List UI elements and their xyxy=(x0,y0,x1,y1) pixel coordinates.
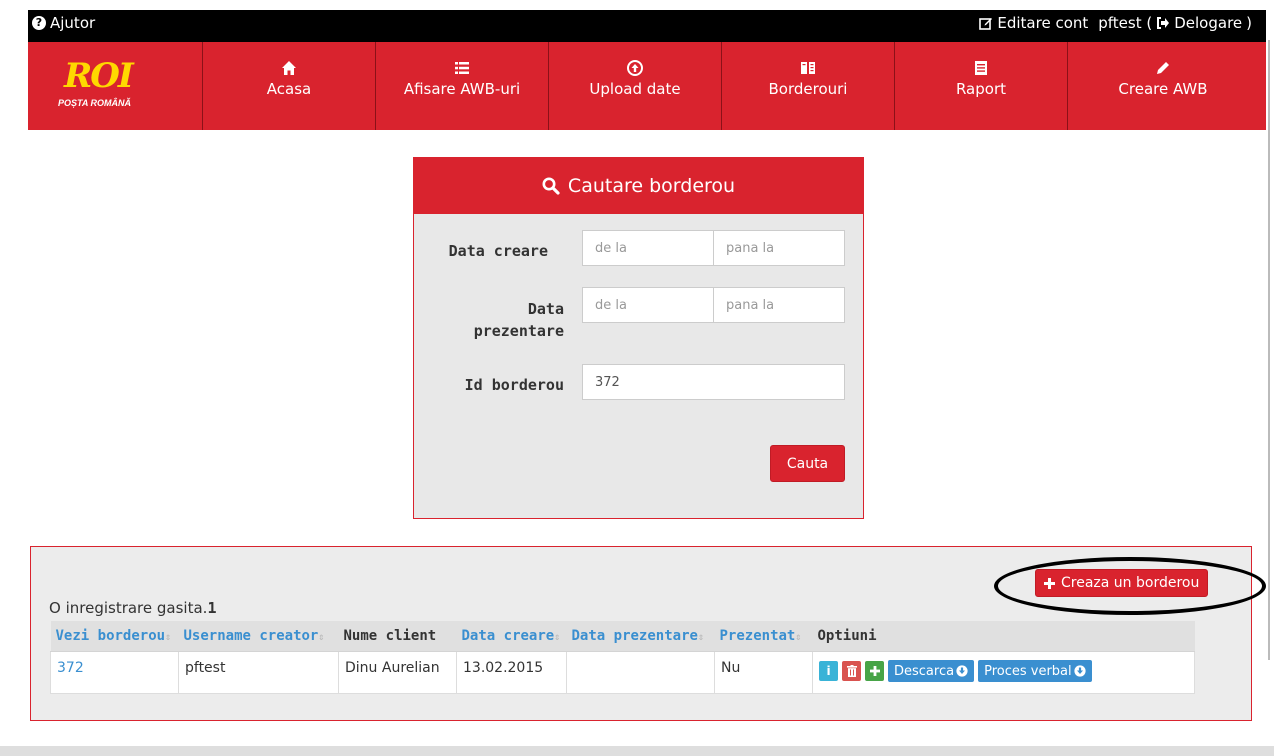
nav-afisare-awb[interactable]: Afisare AWB-uri xyxy=(376,42,549,130)
account-area: Editare cont pftest ( Delogare ) xyxy=(979,14,1252,32)
plus-icon xyxy=(1044,577,1055,589)
col-prezentat[interactable]: Prezentat⇕ xyxy=(714,621,813,652)
data-prezentare-from-input[interactable] xyxy=(582,287,714,323)
info-icon: i xyxy=(826,664,831,678)
search-panel-header: Cautare borderou xyxy=(414,158,863,214)
edit-icon xyxy=(979,18,993,30)
cell-vezi-borderou: 372 xyxy=(50,651,179,694)
data-creare-label: Data creare xyxy=(448,242,548,260)
records-found-label: O inregistrare gasita. xyxy=(49,599,208,617)
results-panel: O inregistrare gasita.1 Creaza un border… xyxy=(30,546,1266,721)
download-icon xyxy=(1074,665,1086,677)
trash-icon xyxy=(846,665,857,677)
add-button[interactable] xyxy=(865,661,884,681)
plus-icon xyxy=(869,666,880,676)
search-button[interactable]: Cauta xyxy=(770,445,845,482)
username-label: pftest ( xyxy=(1098,14,1153,32)
results-table: Vezi borderou⇕ Username creator⇕ Nume cl… xyxy=(50,621,1195,694)
logout-icon xyxy=(1157,17,1170,29)
col-nume-client: Nume client xyxy=(338,621,457,652)
nav-raport-label: Raport xyxy=(955,80,1007,98)
cell-data-creare: 13.02.2015 xyxy=(456,651,567,694)
col-vezi-borderou[interactable]: Vezi borderou⇕ xyxy=(50,621,179,652)
data-creare-from-input[interactable] xyxy=(582,230,714,266)
nav-afisare-awb-label: Afisare AWB-uri xyxy=(403,80,521,98)
logo-subtitle: POȘTA ROMÂNĂ xyxy=(58,98,131,108)
search-icon xyxy=(542,177,560,195)
download-label: Descarca xyxy=(894,663,955,679)
upload-icon xyxy=(627,60,643,76)
id-borderou-input[interactable] xyxy=(582,364,845,400)
nav-borderouri[interactable]: Borderouri xyxy=(722,42,895,130)
home-icon xyxy=(282,61,296,75)
create-borderou-label: Creaza un borderou xyxy=(1061,575,1200,591)
proces-verbal-button[interactable]: Proces verbal xyxy=(978,660,1092,682)
table-header-row: Vezi borderou⇕ Username creator⇕ Nume cl… xyxy=(50,621,1195,652)
top-bar: ? Ajutor Editare cont pftest ( Delogare … xyxy=(28,10,1266,42)
cell-optiuni: i Descarca Proces verbal xyxy=(812,651,1195,694)
main-nav: ROI POȘTA ROMÂNĂ Acasa Afisare AWB-uri U… xyxy=(28,42,1266,130)
info-button[interactable]: i xyxy=(819,661,838,681)
col-data-prezentare[interactable]: Data prezentare⇕ xyxy=(566,621,715,652)
col-data-creare[interactable]: Data creare⇕ xyxy=(456,621,567,652)
search-title: Cautare borderou xyxy=(567,175,736,197)
borderou-link[interactable]: 372 xyxy=(57,660,84,676)
nav-acasa[interactable]: Acasa xyxy=(203,42,376,130)
nav-raport[interactable]: Raport xyxy=(895,42,1068,130)
report-icon xyxy=(975,61,987,75)
nav-creare-awb[interactable]: Creare AWB xyxy=(1068,42,1258,130)
data-prezentare-to-input[interactable] xyxy=(713,287,845,323)
nav-creare-awb-label: Creare AWB xyxy=(1118,80,1208,98)
book-icon xyxy=(801,62,815,74)
records-found-text: O inregistrare gasita.1 xyxy=(49,599,216,617)
cell-prezentat: Nu xyxy=(714,651,813,694)
nav-upload-date[interactable]: Upload date xyxy=(549,42,722,130)
cell-username: pftest xyxy=(178,651,339,694)
nav-acasa-label: Acasa xyxy=(266,80,312,98)
help-link[interactable]: ? Ajutor xyxy=(32,14,95,32)
proces-verbal-label: Proces verbal xyxy=(984,663,1072,679)
nav-upload-date-label: Upload date xyxy=(589,80,681,98)
table-row: 372 pftest Dinu Aurelian 13.02.2015 Nu i xyxy=(50,651,1195,694)
records-found-count: 1 xyxy=(207,599,217,617)
search-panel: Cautare borderou Data creare Data prezen… xyxy=(413,157,864,519)
data-creare-to-input[interactable] xyxy=(713,230,845,266)
logo-mark: ROI xyxy=(64,56,134,96)
nav-borderouri-label: Borderouri xyxy=(768,80,848,98)
data-prezentare-label: Data prezentare xyxy=(473,300,564,340)
col-username-creator[interactable]: Username creator⇕ xyxy=(178,621,339,652)
edit-account-link[interactable]: Editare cont xyxy=(997,14,1088,32)
question-icon: ? xyxy=(32,16,46,30)
posta-romana-logo: ROI POȘTA ROMÂNĂ xyxy=(58,56,172,112)
logout-link[interactable]: Delogare xyxy=(1174,14,1242,32)
cell-client: Dinu Aurelian xyxy=(338,651,457,694)
create-borderou-button[interactable]: Creaza un borderou xyxy=(1035,569,1209,597)
download-icon xyxy=(956,665,968,677)
list-icon xyxy=(455,62,469,74)
col-optiuni: Optiuni xyxy=(812,621,1195,652)
help-label: Ajutor xyxy=(50,14,96,32)
footer xyxy=(0,746,1274,756)
pencil-icon xyxy=(1157,62,1169,74)
logo-link[interactable]: ROI POȘTA ROMÂNĂ xyxy=(28,42,203,130)
id-borderou-label: Id borderou xyxy=(464,376,564,394)
username-suffix: ) xyxy=(1246,14,1252,32)
delete-button[interactable] xyxy=(842,661,861,681)
cell-data-prezentare xyxy=(566,651,715,694)
download-button[interactable]: Descarca xyxy=(888,660,975,682)
scrollbar[interactable] xyxy=(1268,40,1270,660)
